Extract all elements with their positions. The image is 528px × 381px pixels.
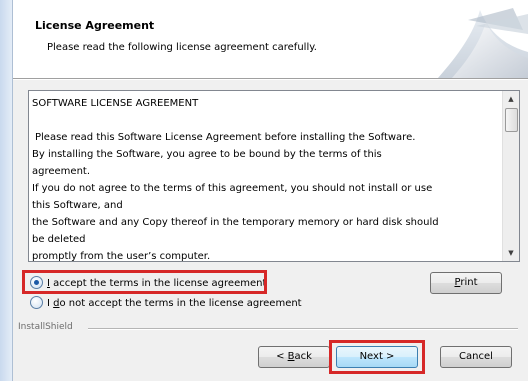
license-line: the Software and any Copy thereof in the… [32,217,439,228]
installshield-divider [88,328,518,330]
back-button[interactable]: < Back [258,346,330,368]
license-line: If you do not agree to the terms of this… [32,183,433,194]
header-divider [13,79,528,80]
license-text: SOFTWARE LICENSE AGREEMENT Please read t… [32,95,502,262]
cancel-button[interactable]: Cancel [440,346,512,368]
scroll-down-arrow-icon[interactable]: ▼ [503,245,519,261]
installshield-brand-label: InstallShield [18,322,77,332]
license-line: By installing the Software, you agree to… [32,149,382,160]
page-subtitle: Please read the following license agreem… [47,42,317,53]
license-line: this Software, and [32,200,123,211]
scroll-up-arrow-icon[interactable]: ▲ [503,91,519,107]
license-text-area[interactable]: SOFTWARE LICENSE AGREEMENT Please read t… [28,90,520,262]
installshield-banner-art [438,8,528,78]
print-button[interactable]: Print [430,272,502,294]
decline-terms-radio-option[interactable]: I do not accept the terms in the license… [30,296,302,311]
scroll-thumb[interactable] [505,108,518,132]
vertical-scrollbar[interactable]: ▲ ▼ [502,91,519,261]
accept-highlight-box [22,270,267,294]
decline-terms-label[interactable]: I do not accept the terms in the license… [47,298,302,309]
license-line: be deleted [32,234,86,245]
window-left-frame [0,0,13,381]
radio-unchecked-icon[interactable] [30,296,43,309]
dialog-header: License Agreement Please read the follow… [13,0,528,79]
license-line: SOFTWARE LICENSE AGREEMENT [32,98,199,109]
page-title: License Agreement [35,19,155,32]
next-highlight-box [329,340,425,374]
license-line: promptly from the user’s computer. [32,251,211,262]
license-line [32,112,502,129]
license-line: Please read this Software License Agreem… [35,132,416,143]
license-line: agreement. [32,166,91,177]
